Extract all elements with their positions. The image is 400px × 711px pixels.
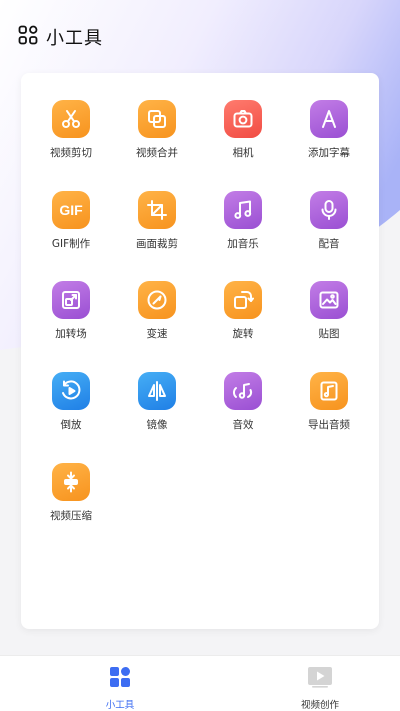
tool-label: 音效 xyxy=(232,419,254,431)
tab-video-creation-label: 视频创作 xyxy=(300,700,339,711)
tab-tools[interactable]: 小工具 xyxy=(85,666,155,711)
svg-text:GIF: GIF xyxy=(59,202,83,218)
tab-video-creation[interactable]: 视频创作 xyxy=(285,666,355,711)
tool-label: 画面裁剪 xyxy=(136,238,178,250)
tool-label: GIF制作 xyxy=(51,238,91,250)
tool-merge-squares[interactable]: 视频合并 xyxy=(115,100,199,174)
tool-letter-a[interactable]: 添加字幕 xyxy=(287,100,371,174)
microphone-icon xyxy=(310,191,348,229)
tools-grid-icon xyxy=(109,666,131,692)
gif-icon: GIF xyxy=(52,191,90,229)
scissors-icon xyxy=(52,100,90,138)
camera-icon xyxy=(224,100,262,138)
tool-image[interactable]: 贴图 xyxy=(287,281,371,355)
video-play-icon xyxy=(306,666,334,692)
tool-scissors[interactable]: 视频剪切 xyxy=(29,100,113,174)
compress-icon xyxy=(52,463,90,501)
rewind-icon xyxy=(52,372,90,410)
tool-label: 贴图 xyxy=(318,328,340,340)
letter-a-icon xyxy=(310,100,348,138)
bottom-tab-bar: 小工具 视频创作 xyxy=(0,655,400,711)
tool-rewind[interactable]: 倒放 xyxy=(29,372,113,446)
tool-label: 添加字幕 xyxy=(308,147,350,159)
tools-card: 视频剪切 视频合并 相机 添加字幕 GIF GIF制作 画面裁剪 加音乐 配音加转场 变速 旋转 贴图… xyxy=(21,73,379,629)
tab-tools-label: 小工具 xyxy=(105,700,135,711)
rotate-icon xyxy=(224,281,262,319)
tool-compress[interactable]: 视频压缩 xyxy=(29,463,113,537)
tool-camera[interactable]: 相机 xyxy=(201,100,285,174)
tool-label: 配音 xyxy=(318,238,340,250)
tool-label: 加音乐 xyxy=(227,238,259,250)
tool-label: 视频合并 xyxy=(136,147,178,159)
tool-speedometer[interactable]: 变速 xyxy=(115,281,199,355)
mirror-icon xyxy=(138,372,176,410)
tool-rotate[interactable]: 旋转 xyxy=(201,281,285,355)
tool-label: 导出音频 xyxy=(308,419,350,431)
tool-music-note[interactable]: 加音乐 xyxy=(201,191,285,265)
page-header: 小工具 xyxy=(18,24,103,50)
tool-label: 变速 xyxy=(146,328,168,340)
tool-label: 相机 xyxy=(232,147,254,159)
tool-label: 视频压缩 xyxy=(50,510,92,522)
tool-export-audio[interactable]: 导出音频 xyxy=(287,372,371,446)
tool-label: 镜像 xyxy=(146,419,168,431)
tool-label: 旋转 xyxy=(232,328,254,340)
sound-effect-icon xyxy=(224,372,262,410)
speedometer-icon xyxy=(138,281,176,319)
tool-sound-effect[interactable]: 音效 xyxy=(201,372,285,446)
music-note-icon xyxy=(224,191,262,229)
tool-microphone[interactable]: 配音 xyxy=(287,191,371,265)
merge-squares-icon xyxy=(138,100,176,138)
tool-crop[interactable]: 画面裁剪 xyxy=(115,191,199,265)
tool-transition[interactable]: 加转场 xyxy=(29,281,113,355)
tool-mirror[interactable]: 镜像 xyxy=(115,372,199,446)
tool-gif[interactable]: GIF GIF制作 xyxy=(29,191,113,265)
page-title: 小工具 xyxy=(46,28,103,49)
tool-label: 加转场 xyxy=(55,328,87,340)
export-audio-icon xyxy=(310,372,348,410)
image-icon xyxy=(310,281,348,319)
transition-icon xyxy=(52,281,90,319)
tool-label: 倒放 xyxy=(60,419,82,431)
tool-label: 视频剪切 xyxy=(50,147,92,159)
apps-grid-icon xyxy=(18,25,38,49)
crop-icon xyxy=(138,191,176,229)
